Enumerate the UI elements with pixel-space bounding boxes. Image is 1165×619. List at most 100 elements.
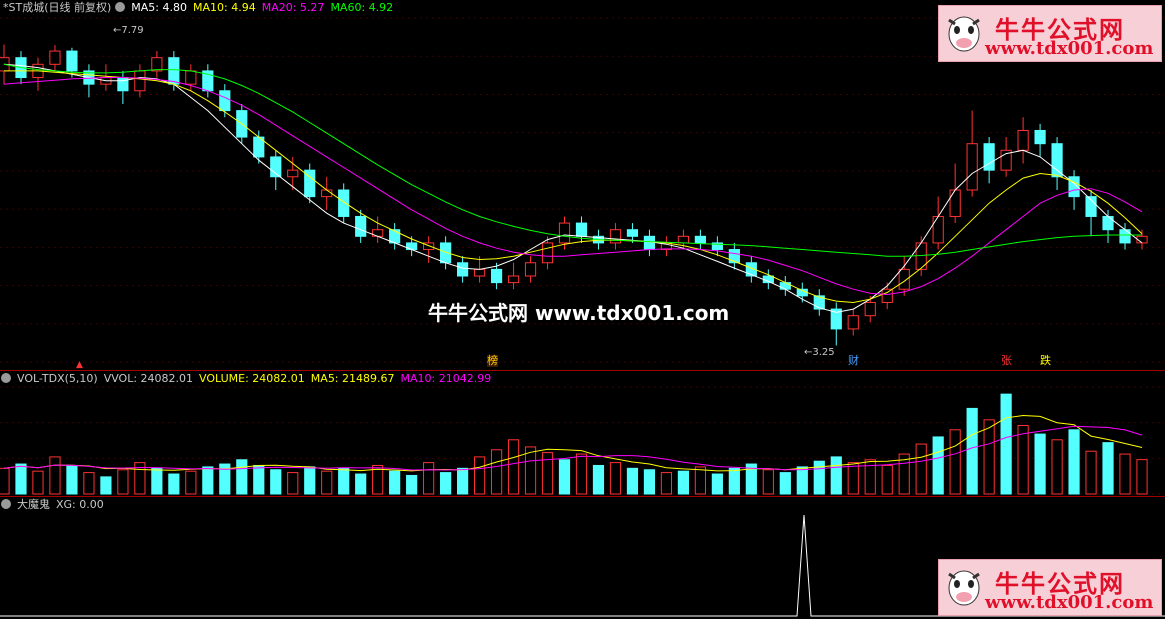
ma10-readout: MA10: 4.94 [193, 1, 256, 14]
volume-bar [0, 467, 10, 495]
candle-body [457, 262, 469, 277]
candle-body [1017, 129, 1029, 151]
volume-bar [287, 472, 299, 495]
candle-body [490, 268, 503, 284]
volume-bar [932, 436, 944, 495]
candle-body [983, 143, 995, 171]
candle-body [117, 77, 129, 92]
marker-zhang[interactable]: 张 [1001, 355, 1012, 367]
candle-body [473, 268, 486, 277]
volume-panel[interactable]: VOL-TDX(5,10) VVOL: 24082.01 VOLUME: 24082… [0, 371, 1165, 496]
gear-icon[interactable] [115, 2, 126, 12]
volume-bar [1017, 425, 1029, 495]
volume-bar [966, 407, 978, 495]
volume-bar [151, 467, 163, 495]
high-price-label: ←7.79 [113, 25, 144, 36]
candle-body [49, 50, 61, 65]
volume-bar [185, 470, 197, 495]
volume-bar [847, 462, 859, 495]
volume-bar [83, 472, 95, 495]
volume-chart[interactable] [0, 371, 1165, 496]
candle-body [779, 282, 791, 290]
volume-bar [779, 472, 791, 495]
indicator-header: 大魔鬼 XG: 0.00 [1, 498, 110, 512]
low-price-label: ←3.25 [804, 347, 835, 358]
price-chart-panel[interactable]: *ST成城(日线 前复权) MA5: 4.80 MA10: 4.94 MA20: 5.… [0, 0, 1165, 370]
candle-body [1119, 229, 1131, 244]
candle-body [507, 275, 520, 284]
candle-body [677, 235, 689, 244]
volume-bar [1136, 459, 1148, 495]
cow-mascot-icon [943, 10, 985, 56]
volume-bar [711, 473, 723, 495]
volume-bar [881, 464, 893, 495]
volume-bar [457, 467, 469, 495]
volume-bar [168, 473, 180, 495]
brand-logo-top: 牛牛公式网 www.tdx001.com [938, 5, 1162, 62]
volume-bar [949, 429, 961, 495]
volume-bar [507, 439, 520, 495]
volume-bar [236, 459, 248, 495]
volume-bar [423, 462, 435, 495]
ma5-readout: MA5: 4.80 [131, 1, 187, 14]
stock-title: *ST成城(日线 前复权) [3, 1, 112, 14]
candle-body [932, 215, 944, 244]
candle-body [643, 235, 656, 251]
price-chart-header: *ST成城(日线 前复权) MA5: 4.80 MA10: 4.94 MA20: 5.… [3, 1, 399, 15]
volume-bar [524, 446, 537, 495]
candle-body [847, 315, 859, 330]
gear-icon[interactable] [1, 499, 11, 509]
vvol-readout: VVOL: 24082.01 [103, 372, 194, 385]
volume-bar [830, 456, 842, 495]
volume-bar [541, 452, 554, 495]
volume-bar [677, 470, 689, 495]
volume-bar [1068, 429, 1080, 495]
volume-bar [592, 464, 605, 495]
candle-body [728, 249, 740, 264]
candle-body [134, 70, 146, 92]
candle-body [287, 169, 299, 178]
candle-body [881, 288, 893, 303]
candle-body [864, 301, 876, 317]
candle-body [338, 189, 350, 217]
volume-bar [694, 466, 706, 495]
xg-readout: XG: 0.00 [56, 498, 104, 511]
volume-bar [609, 462, 622, 495]
volume-header: VOL-TDX(5,10) VVOL: 24082.01 VOLUME: 24082… [1, 372, 497, 386]
volume-bar [1102, 442, 1114, 495]
indicator-title: 大魔鬼 [17, 498, 50, 511]
gear-icon[interactable] [1, 373, 11, 383]
volume-bar [32, 470, 44, 495]
volume-bar [253, 464, 265, 495]
volume-bar [473, 456, 486, 495]
candle-body [694, 235, 706, 244]
marker-cai[interactable]: 财 [848, 355, 859, 367]
volume-bar [558, 459, 571, 495]
logo-url-text: www.tdx001.com [985, 592, 1154, 613]
vol-title: VOL-TDX(5,10) [17, 372, 98, 385]
candle-body [151, 57, 163, 72]
volume-bar [575, 453, 588, 495]
marker-bang[interactable]: 榜 [487, 355, 498, 367]
ma60-readout: MA60: 4.92 [330, 1, 394, 14]
candle-body [66, 50, 78, 72]
volume-bar [100, 476, 112, 495]
volume-bar [304, 466, 316, 495]
volume-bar [626, 467, 639, 495]
volume-bar [440, 472, 452, 495]
indicator-panel[interactable]: 大魔鬼 XG: 0.00 牛牛公式网 www.tdx001.com [0, 497, 1165, 619]
candle-body [219, 90, 231, 112]
volume-bar [389, 470, 401, 495]
volume-bar [1051, 439, 1063, 495]
candle-body [898, 268, 910, 290]
candle-body [609, 229, 622, 244]
candle-body [168, 57, 180, 85]
volume-bar [49, 456, 61, 495]
candle-body [541, 242, 554, 264]
volume-bar [1034, 433, 1046, 495]
volume-bar [15, 463, 27, 495]
marker-die[interactable]: 跌 [1040, 355, 1051, 367]
volume-bar [1000, 393, 1012, 495]
volume-bar [270, 469, 282, 495]
volume-bar [864, 459, 876, 495]
